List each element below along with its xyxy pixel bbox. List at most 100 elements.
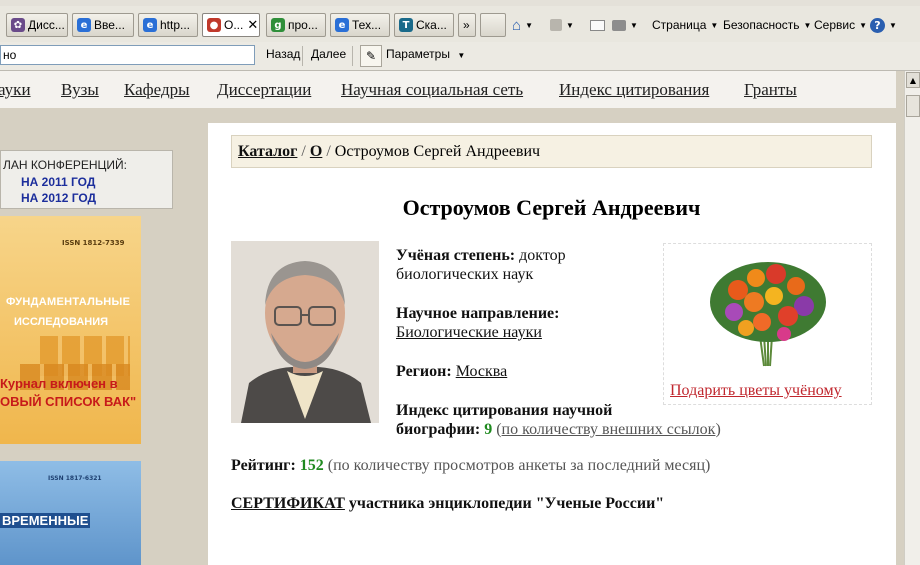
- direction-info: Научное направление: Биологические науки: [396, 304, 559, 342]
- breadcrumb: Каталог / О / Остроумов Сергей Андреевич: [231, 135, 872, 168]
- banner-issn: ISSN 1812-7339: [62, 239, 125, 247]
- direction-link[interactable]: Биологические науки: [396, 324, 542, 341]
- security-menu-label: Безопасность: [723, 18, 800, 32]
- rating-note: (по количеству просмотров анкеты за посл…: [327, 457, 711, 474]
- service-menu-button[interactable]: Сервис ▼: [814, 14, 867, 36]
- address-toolbar: Назад Далее ✎ Параметры ▼: [0, 42, 920, 71]
- mail-icon: [590, 19, 605, 31]
- profile-content-panel: Каталог / О / Остроумов Сергей Андреевич…: [208, 123, 896, 565]
- breadcrumb-letter-link[interactable]: О: [310, 143, 322, 160]
- flowers-gift-box[interactable]: [663, 243, 872, 405]
- chevron-down-icon: ▼: [803, 20, 812, 30]
- chevron-down-icon: ▼: [859, 20, 868, 30]
- web-page-viewport: ауки Вузы Кафедры Диссертации Научная со…: [0, 71, 904, 565]
- security-menu-button[interactable]: Безопасность ▼: [723, 14, 811, 36]
- chevron-down-icon: ▼: [630, 20, 638, 30]
- tab-download[interactable]: T Ска...: [394, 13, 454, 37]
- banner-promo-line2: ОВЫЙ СПИСОК ВАК": [0, 394, 137, 409]
- tab-active-profile[interactable]: ● О... ✕: [202, 13, 260, 37]
- service-menu-label: Сервис: [814, 18, 856, 32]
- forward-button[interactable]: Далее: [311, 47, 346, 61]
- conference-2012-link[interactable]: НА 2012 ГОД: [21, 191, 96, 205]
- google-icon: g: [271, 18, 285, 32]
- page-menu-button[interactable]: Страница ▼: [652, 14, 718, 36]
- breadcrumb-catalog-link[interactable]: Каталог: [238, 143, 297, 160]
- conference-plan-box: ЛАН КОНФЕРЕНЦИЙ: НА 2011 ГОД НА 2012 ГОД: [0, 150, 173, 209]
- tab-tech[interactable]: e Тех...: [330, 13, 390, 37]
- ie-page-icon: e: [335, 18, 349, 32]
- banner-title-line1: ФУНДАМЕНТАЛЬНЫЕ: [6, 296, 131, 308]
- chevron-down-icon: ▼: [566, 20, 574, 30]
- menu-link-dissertations[interactable]: Диссертации: [217, 80, 311, 100]
- home-button[interactable]: ⌂ ▼: [512, 14, 533, 36]
- menu-link-grants[interactable]: Гранты: [744, 80, 797, 100]
- journal-banner-fundamental-research[interactable]: ISSN 1812-7339 ФУНДАМЕНТАЛЬНЫЕ ИССЛЕДОВА…: [0, 216, 141, 444]
- banner-promo-line1: Курнал включен в: [0, 376, 118, 391]
- tab-overflow-button[interactable]: »: [458, 13, 476, 37]
- ie-page-icon: e: [143, 18, 157, 32]
- toolbar-separator: [352, 46, 353, 66]
- page-menu-label: Страница: [652, 18, 707, 32]
- params-button[interactable]: Параметры ▼: [386, 47, 465, 61]
- degree-info: Учёная степень: доктор биологических нау…: [396, 246, 566, 284]
- gift-flowers-link[interactable]: Подарить цветы учёному: [670, 382, 842, 400]
- tab-label: Тех...: [352, 18, 382, 32]
- menu-link-universities[interactable]: Вузы: [61, 80, 99, 100]
- tab-label: про...: [288, 18, 318, 32]
- degree-value-line1: доктор: [519, 247, 566, 264]
- params-label: Параметры: [386, 47, 450, 61]
- citation-value: 9: [484, 421, 493, 438]
- site-menu-bar: ауки Вузы Кафедры Диссертации Научная со…: [0, 71, 896, 108]
- pen-icon[interactable]: ✎: [360, 45, 382, 67]
- chevron-down-icon: ▼: [525, 20, 533, 30]
- tab-about[interactable]: g про...: [266, 13, 326, 37]
- conference-plan-title: ЛАН КОНФЕРЕНЦИЙ:: [3, 158, 127, 172]
- print-button[interactable]: ▼: [612, 14, 638, 36]
- printer-icon: [612, 19, 626, 31]
- breadcrumb-separator: /: [301, 143, 306, 160]
- tab-dissertations[interactable]: ✿ Дисс...: [6, 13, 68, 37]
- mail-button[interactable]: [590, 14, 605, 36]
- back-button[interactable]: Назад: [266, 47, 300, 61]
- rss-icon: [550, 19, 562, 31]
- certificate-text: участника энциклопедии "Ученые России": [348, 495, 665, 512]
- ie-page-icon: e: [77, 18, 91, 32]
- menu-link-social-network[interactable]: Научная социальная сеть: [341, 80, 523, 100]
- region-info: Регион: Москва: [396, 362, 507, 381]
- banner-title-line2: ИССЛЕДОВАНИЯ: [14, 316, 109, 328]
- help-button[interactable]: ? ▼: [870, 14, 897, 36]
- new-tab-button[interactable]: [480, 13, 506, 37]
- degree-label: Учёная степень:: [396, 247, 516, 264]
- menu-link-sciences[interactable]: ауки: [0, 80, 31, 100]
- home-icon: ⌂: [512, 16, 522, 34]
- citation-note-link[interactable]: по количеству внешних ссылок: [502, 421, 716, 438]
- conference-2011-link[interactable]: НА 2011 ГОД: [21, 175, 95, 189]
- close-tab-icon[interactable]: ✕: [247, 18, 258, 33]
- journal-banner-modern[interactable]: ISSN 1817-6321 ВРЕМЕННЫЕ: [0, 461, 141, 565]
- direction-label: Научное направление:: [396, 305, 560, 322]
- tab-http[interactable]: e http...: [138, 13, 198, 37]
- menu-link-departments[interactable]: Кафедры: [124, 80, 190, 100]
- page-title: Остроумов Сергей Андреевич: [402, 195, 701, 220]
- region-link[interactable]: Москва: [456, 363, 508, 380]
- rating-line: Рейтинг: 152 (по количеству просмотров а…: [231, 457, 710, 475]
- certificate-link[interactable]: СЕРТИФИКАТ: [231, 495, 345, 512]
- citation-label-line1: Индекс цитирования научной: [396, 402, 613, 419]
- menu-link-citation-index[interactable]: Индекс цитирования: [559, 80, 709, 100]
- feeds-button[interactable]: ▼: [550, 14, 574, 36]
- help-icon: ?: [870, 17, 885, 33]
- site-favicon-icon: ●: [207, 18, 221, 32]
- scrollbar-thumb[interactable]: [906, 95, 920, 117]
- citation-info: Индекс цитирования научной биографии: 9 …: [396, 401, 721, 439]
- tab-label: О...: [224, 18, 244, 32]
- scroll-up-icon[interactable]: ▲: [906, 72, 920, 88]
- vertical-scrollbar[interactable]: ▲: [904, 71, 920, 565]
- tab-intro[interactable]: e Вве...: [72, 13, 134, 37]
- address-input[interactable]: [0, 45, 255, 65]
- certificate-line: СЕРТИФИКАТ участника энциклопедии "Учены…: [231, 495, 664, 513]
- citation-note-close: ): [715, 421, 721, 438]
- chevron-down-icon: ▼: [457, 51, 466, 60]
- tab-label: Дисс...: [28, 18, 65, 32]
- rating-label: Рейтинг:: [231, 457, 296, 474]
- site-favicon-icon: ✿: [11, 18, 25, 32]
